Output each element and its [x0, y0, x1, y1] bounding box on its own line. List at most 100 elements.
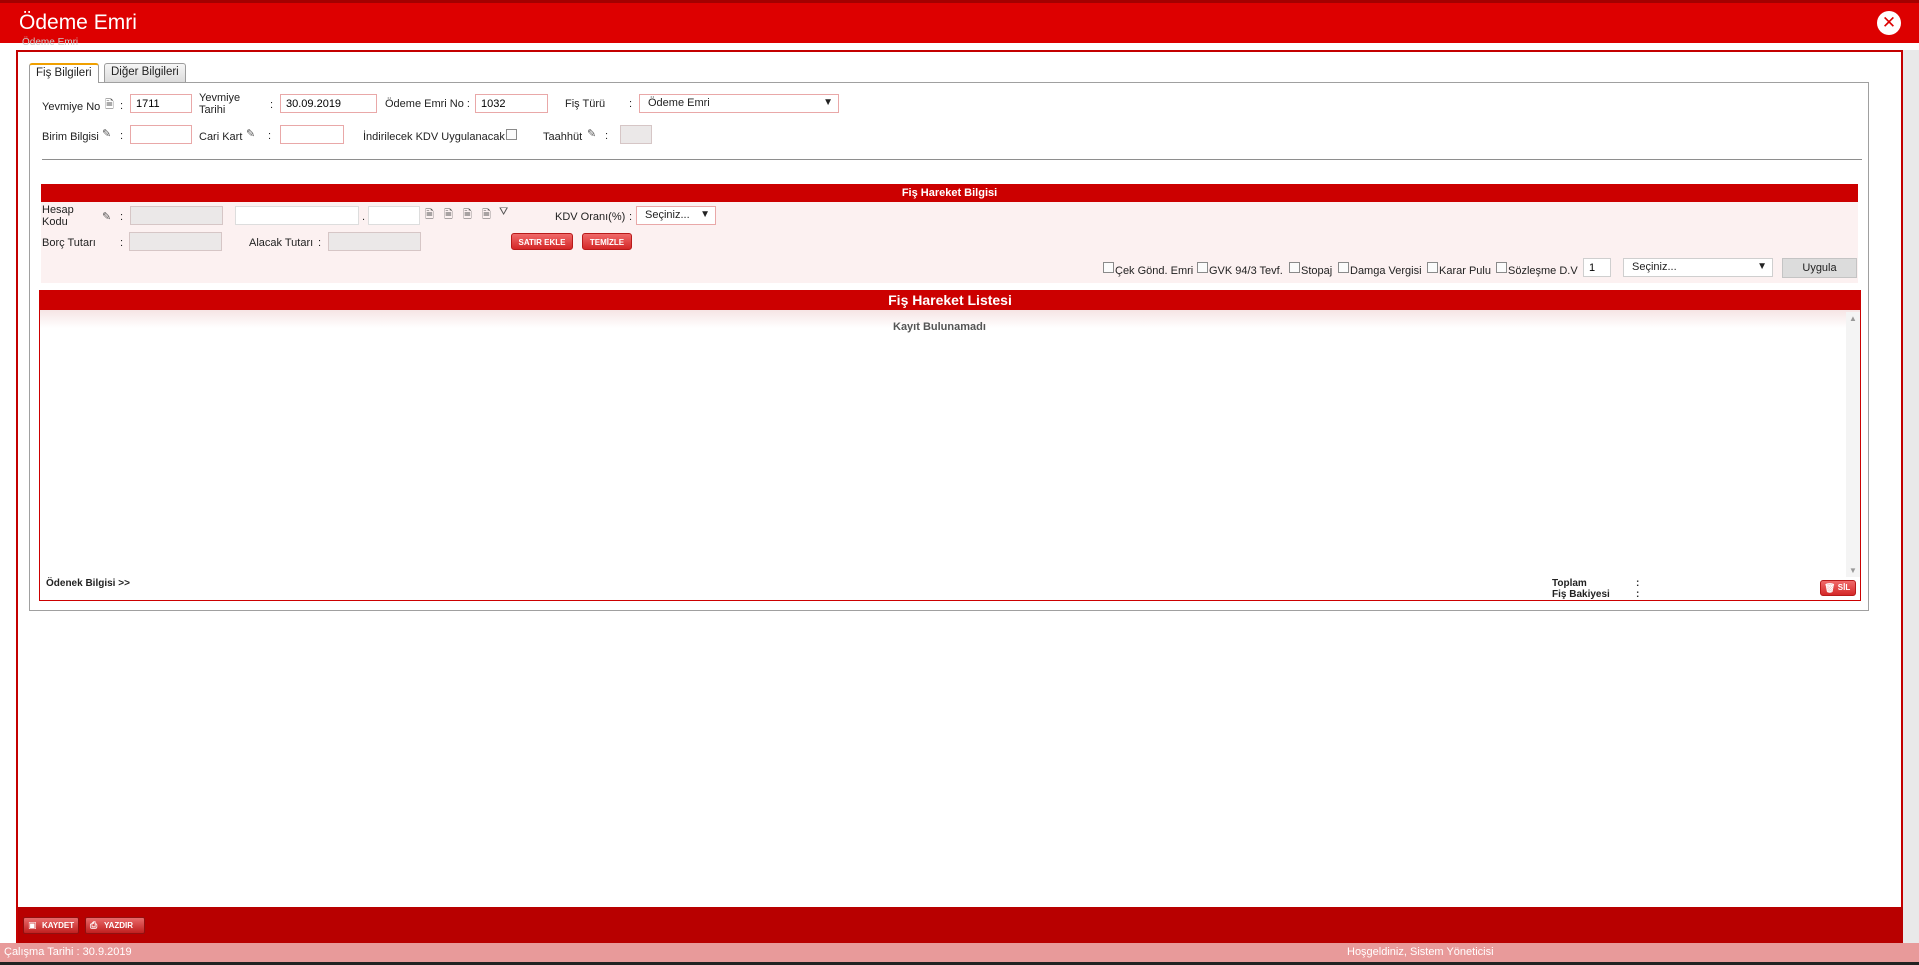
sil-button[interactable]: 🗑 SİL	[1820, 580, 1856, 596]
colon: :	[629, 211, 633, 223]
window-titlebar: Ödeme Emri ✕	[0, 0, 1919, 43]
yazdir-label: YAZDIR	[104, 921, 134, 930]
scroll-up-icon[interactable]: ▲	[1849, 314, 1857, 323]
yazdir-button[interactable]: ⎙ YAZDIR	[85, 917, 145, 934]
colon: :	[120, 100, 124, 112]
document-icon[interactable]: 🗎	[425, 206, 434, 225]
borc-tutari-input[interactable]	[129, 232, 222, 251]
hesap-kodu-label-2: Kodu	[42, 216, 68, 228]
fis-hareket-listesi-grid: ▲ ▼	[39, 310, 1861, 601]
fis-hareket-bilgisi-title: Fiş Hareket Bilgisi	[41, 184, 1858, 202]
colon: :	[120, 237, 124, 249]
calisma-tarihi: Çalışma Tarihi : 30.9.2019	[4, 946, 132, 958]
karar-pulu-checkbox[interactable]	[1427, 262, 1438, 273]
indirilecek-kdv-checkbox[interactable]	[506, 129, 517, 140]
document-icon[interactable]: 🗎	[463, 206, 472, 225]
cari-kart-input[interactable]	[280, 125, 344, 144]
save-icon: ▣	[28, 920, 37, 930]
sozlesme-dv-checkbox[interactable]	[1496, 262, 1507, 273]
secim-value: Seçiniz...	[1632, 261, 1677, 273]
colon: :	[1636, 578, 1640, 589]
uygula-button[interactable]: Uygula	[1782, 258, 1857, 278]
odenek-bilgisi-link[interactable]: Ödenek Bilgisi >>	[46, 578, 130, 589]
breadcrumb: Ödeme Emri	[22, 37, 79, 48]
hesap-adi-input[interactable]	[235, 206, 359, 225]
karar-pulu-label: Karar Pulu	[1439, 265, 1491, 277]
lookup-pencil-icon[interactable]: ✎	[102, 210, 111, 223]
yevmiye-tarihi-label-2: Tarihi	[199, 104, 226, 116]
toplam-label: Toplam	[1552, 578, 1587, 589]
footer-toolbar	[18, 907, 1903, 943]
cari-kart-label: Cari Kart	[199, 131, 243, 143]
alacak-tutari-label: Alacak Tutarı	[249, 237, 314, 249]
taahhut-label: Taahhüt	[543, 131, 583, 143]
tab-fis-bilgileri[interactable]: Fiş Bilgileri	[29, 63, 99, 83]
fis-turu-label: Fiş Türü	[565, 98, 606, 110]
alacak-tutari-input[interactable]	[328, 232, 421, 251]
colon: :	[1636, 589, 1640, 600]
colon: :	[120, 211, 124, 223]
document-icon[interactable]: 🗎	[482, 206, 491, 225]
window-title: Ödeme Emri	[19, 11, 137, 34]
document-icon[interactable]: 🗎	[105, 96, 114, 115]
lookup-pencil-icon[interactable]: ✎	[102, 127, 111, 140]
damga-vergisi-checkbox[interactable]	[1338, 262, 1349, 273]
yevmiye-tarihi-label-1: Yevmiye	[199, 92, 241, 104]
tab-diger-bilgileri[interactable]: Diğer Bilgileri	[104, 63, 186, 82]
temizle-button[interactable]: TEMİZLE	[582, 233, 632, 250]
odeme-emri-no-input[interactable]	[475, 94, 548, 113]
yevmiye-no-input[interactable]	[130, 94, 192, 113]
borc-tutari-label: Borç Tutarı	[42, 237, 96, 249]
hesap-kodu-label-1: Hesap	[42, 204, 74, 216]
separator-dot: .	[362, 211, 366, 223]
colon: :	[120, 130, 124, 142]
lookup-pencil-icon[interactable]: ✎	[246, 127, 255, 140]
hesap-kodu-input[interactable]	[130, 206, 223, 225]
stopaj-label: Stopaj	[1301, 265, 1333, 277]
satir-ekle-button[interactable]: SATIR EKLE	[511, 233, 573, 250]
scroll-down-icon[interactable]: ▼	[1849, 566, 1857, 575]
fis-turu-select[interactable]: Ödeme Emri ▼	[639, 94, 839, 113]
print-icon: ⎙	[90, 920, 98, 930]
document-icon[interactable]: 🗎	[444, 206, 453, 225]
kdv-orani-value: Seçiniz...	[645, 209, 690, 221]
fis-turu-value: Ödeme Emri	[648, 97, 710, 109]
stopaj-checkbox[interactable]	[1289, 262, 1300, 273]
hesap-alt-input[interactable]	[368, 206, 420, 225]
damga-vergisi-label: Damga Vergisi	[1350, 265, 1422, 277]
indirilecek-kdv-label: İndirilecek KDV Uygulanacak	[363, 131, 505, 143]
kaydet-button[interactable]: ▣ KAYDET	[23, 917, 79, 934]
hosgeldiniz: Hoşgeldiniz, Sistem Yöneticisi	[1347, 946, 1494, 958]
colon: :	[268, 130, 272, 142]
kdv-orani-label: KDV Oranı(%)	[555, 211, 626, 223]
trash-icon: 🗑	[1824, 583, 1836, 593]
divider	[42, 159, 1862, 160]
yevmiye-tarihi-input[interactable]	[280, 94, 377, 113]
gvk-tevf-checkbox[interactable]	[1197, 262, 1208, 273]
birim-bilgisi-input[interactable]	[130, 125, 192, 144]
filter-icon[interactable]: ⛛	[499, 206, 508, 219]
colon: :	[605, 130, 609, 142]
colon: :	[318, 237, 322, 249]
grid-scrollbar[interactable]: ▲ ▼	[1846, 312, 1860, 577]
empty-message: Kayıt Bulunamadı	[893, 321, 986, 333]
fis-bakiyesi-label: Fiş Bakiyesi	[1552, 589, 1610, 600]
close-icon[interactable]: ✕	[1877, 11, 1901, 35]
lookup-pencil-icon[interactable]: ✎	[587, 127, 596, 140]
secim-select[interactable]: Seçiniz... ▼	[1623, 258, 1773, 277]
taahhut-input[interactable]	[620, 125, 652, 144]
kdv-orani-select[interactable]: Seçiniz... ▼	[636, 206, 716, 225]
yevmiye-no-label: Yevmiye No	[42, 101, 101, 113]
birim-bilgisi-label: Birim Bilgisi	[42, 131, 99, 143]
page: Ödeme Emri ✕ Ödeme Emri Fiş Bilgileri Di…	[0, 0, 1919, 965]
kaydet-label: KAYDET	[42, 921, 75, 930]
colon: :	[629, 98, 633, 110]
count-input[interactable]	[1583, 258, 1611, 277]
chevron-down-icon: ▼	[823, 97, 833, 108]
chevron-down-icon: ▼	[700, 209, 710, 220]
chevron-down-icon: ▼	[1757, 261, 1767, 272]
colon: :	[270, 99, 274, 111]
gvk-tevf-label: GVK 94/3 Tevf.	[1209, 265, 1283, 277]
sozlesme-dv-label: Sözleşme D.V	[1508, 265, 1578, 277]
cek-gond-emri-checkbox[interactable]	[1103, 262, 1114, 273]
